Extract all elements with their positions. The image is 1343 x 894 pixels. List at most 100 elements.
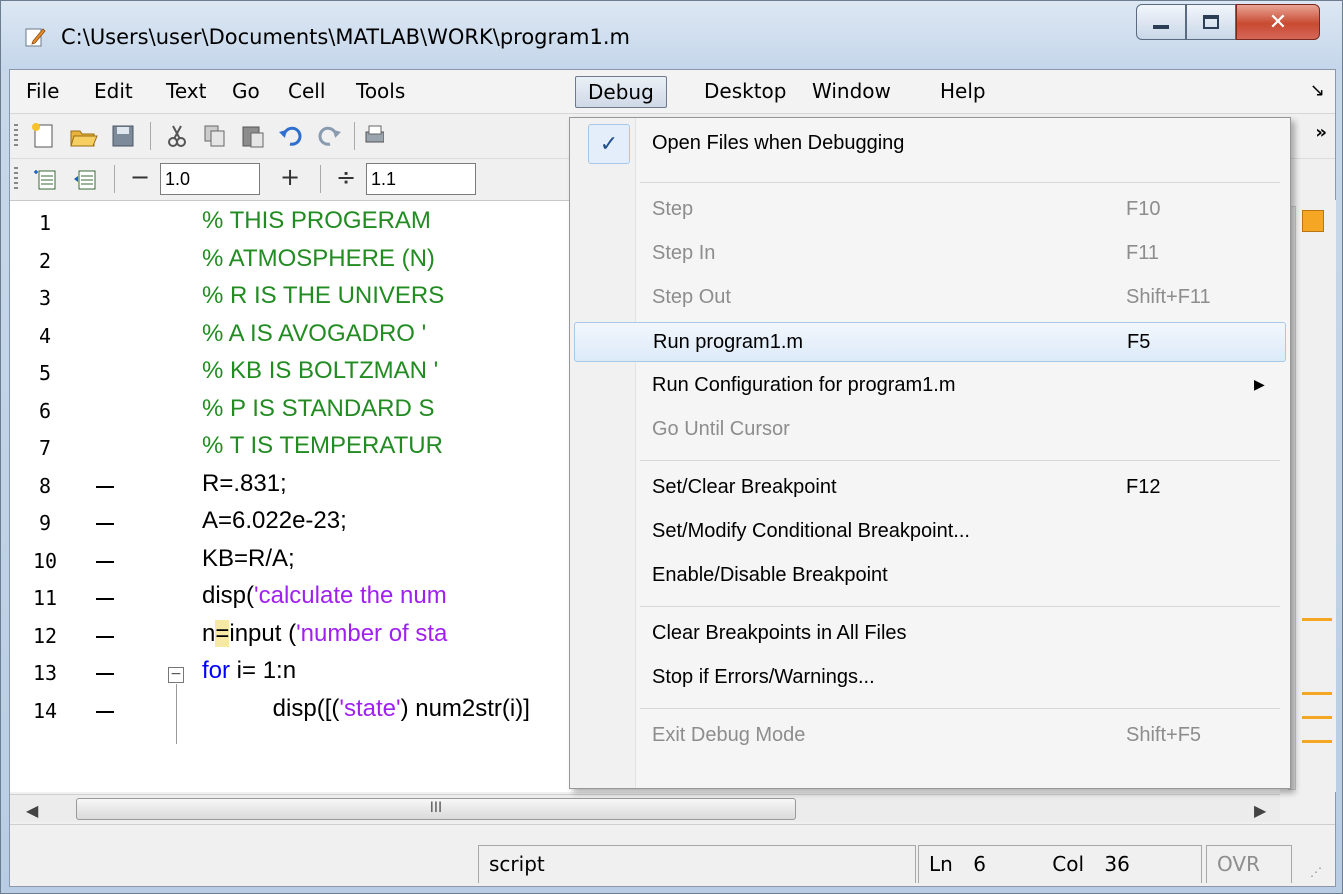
menu-debug[interactable]: Debug [575, 76, 667, 108]
increment-icon[interactable]: + [280, 163, 300, 191]
open-folder-icon[interactable] [68, 122, 98, 150]
copy-icon[interactable] [200, 122, 230, 150]
warning-marker[interactable] [1302, 618, 1332, 621]
code-line[interactable]: % THIS PROGERAM [202, 207, 438, 235]
scroll-right-icon[interactable]: ▶ [1254, 801, 1266, 820]
menu-item-step[interactable]: Step F10 [574, 190, 1286, 230]
menu-item-stop-if-errors-warnings[interactable]: Stop if Errors/Warnings... [574, 658, 1286, 698]
minimize-button[interactable] [1136, 4, 1186, 40]
menu-item-open-files-when-debugging[interactable]: ✓ Open Files when Debugging [574, 124, 1286, 164]
breakpoint-marker[interactable] [96, 673, 114, 675]
code-line[interactable]: disp([('state') num2str(i)] [246, 695, 530, 723]
menu-text[interactable]: Text [154, 76, 218, 108]
divide-icon[interactable]: ÷ [336, 163, 356, 191]
menu-item-step-in[interactable]: Step In F11 [574, 234, 1286, 274]
code-line[interactable]: % R IS THE UNIVERS [202, 282, 444, 310]
dock-arrow-icon[interactable]: ↘ [1310, 80, 1325, 101]
menu-edit[interactable]: Edit [82, 76, 145, 108]
scroll-thumb[interactable]: III [76, 798, 796, 820]
code-line[interactable]: % KB IS BOLTZMAN ' [202, 357, 438, 385]
paste-icon[interactable] [238, 122, 268, 150]
breakpoint-marker[interactable] [96, 710, 114, 713]
status-ln-label: Ln [929, 852, 953, 876]
toolbar-grip[interactable] [14, 167, 18, 191]
menu-item-set-modify-conditional-breakpoint[interactable]: Set/Modify Conditional Breakpoint... [574, 512, 1286, 552]
line-number: 12 [32, 623, 58, 648]
undo-icon[interactable] [276, 122, 306, 150]
cell-outline-icon[interactable] [70, 165, 100, 193]
menu-tools[interactable]: Tools [344, 76, 417, 108]
toolbar-overflow-icon[interactable]: » [1315, 122, 1327, 143]
code-line[interactable]: n=input ('number of sta [202, 619, 448, 648]
status-bar: script Ln 6 Col 36 OVR ⋰ [10, 824, 1335, 886]
insert-cell-icon[interactable] [30, 165, 60, 193]
breakpoint-marker[interactable] [96, 598, 114, 600]
redo-icon[interactable] [314, 122, 344, 150]
code-line[interactable]: % T IS TEMPERATUR [202, 432, 443, 460]
warning-indicator-icon[interactable] [1302, 210, 1324, 232]
menu-item-run-configuration-for-program1-m[interactable]: Run Configuration for program1.m ▶ [574, 366, 1286, 406]
code-line[interactable]: A=6.022e-23; [202, 507, 347, 535]
code-line[interactable]: KB=R/A; [202, 545, 295, 573]
status-position: Ln 6 Col 36 [918, 845, 1202, 883]
code-line[interactable]: % P IS STANDARD S [202, 395, 435, 423]
decrement-value-field[interactable]: 1.0 [160, 163, 260, 195]
menu-item-label: Clear Breakpoints in All Files [652, 622, 907, 644]
menu-go[interactable]: Go [220, 76, 272, 108]
resize-grip-icon[interactable]: ⋰ [1310, 865, 1322, 879]
menu-cell[interactable]: Cell [276, 76, 337, 108]
menu-desktop[interactable]: Desktop [692, 76, 798, 108]
line-number: 7 [38, 436, 52, 460]
warning-marker[interactable] [1302, 716, 1332, 719]
menu-item-shortcut: F12 [1126, 476, 1161, 498]
toolbar-grip[interactable] [14, 124, 18, 148]
new-file-icon[interactable] [28, 122, 58, 150]
checkmark-icon: ✓ [588, 124, 630, 164]
menu-item-run-program1-m[interactable]: Run program1.m F5 [574, 322, 1286, 362]
save-icon[interactable] [108, 122, 138, 150]
menu-item-go-until-cursor[interactable]: Go Until Cursor [574, 410, 1286, 450]
menu-separator [640, 606, 1280, 607]
line-number: 14 [32, 698, 58, 723]
line-number: 1 [38, 211, 52, 235]
line-number: 10 [32, 548, 58, 573]
title-bar[interactable]: C:\Users\user\Documents\MATLAB\WORK\prog… [1, 1, 1342, 71]
code-line[interactable]: R=.831; [202, 470, 287, 498]
menu-item-label: Open Files when Debugging [652, 132, 905, 154]
menu-separator [640, 460, 1280, 461]
menu-item-label: Go Until Cursor [652, 418, 790, 440]
menu-item-shortcut: F10 [1126, 198, 1161, 220]
code-token: 'number of sta [296, 619, 448, 647]
code-token: 'calculate the num [254, 582, 447, 609]
menu-window[interactable]: Window [800, 76, 903, 108]
status-mode: script [478, 845, 916, 883]
breakpoint-marker[interactable] [96, 523, 114, 525]
warning-marker[interactable] [1302, 692, 1332, 695]
maximize-button[interactable] [1186, 4, 1236, 40]
menu-item-enable-disable-breakpoint[interactable]: Enable/Disable Breakpoint [574, 556, 1286, 596]
horizontal-scrollbar[interactable]: ◀ III ▶ [10, 794, 1280, 822]
close-button[interactable]: ✕ [1236, 4, 1320, 40]
menu-item-step-out[interactable]: Step Out Shift+F11 [574, 278, 1286, 318]
menu-item-set-clear-breakpoint[interactable]: Set/Clear Breakpoint F12 [574, 468, 1286, 508]
print-icon[interactable] [364, 122, 384, 150]
warning-marker[interactable] [1302, 740, 1332, 743]
cut-icon[interactable] [162, 122, 192, 150]
status-ln-value: 6 [973, 852, 986, 876]
breakpoint-marker[interactable] [96, 635, 114, 638]
fold-toggle-icon[interactable]: − [168, 667, 184, 683]
menu-item-exit-debug-mode[interactable]: Exit Debug Mode Shift+F5 [574, 716, 1286, 756]
code-line[interactable]: % A IS AVOGADRO ' [202, 320, 426, 348]
decrement-icon[interactable]: − [130, 163, 150, 191]
breakpoint-marker[interactable] [96, 485, 114, 488]
divide-value-field[interactable]: 1.1 [366, 163, 476, 195]
scroll-left-icon[interactable]: ◀ [26, 801, 38, 820]
code-line[interactable]: % ATMOSPHERE (N) [202, 245, 435, 273]
breakpoint-marker[interactable] [96, 560, 114, 563]
code-line[interactable]: disp('calculate the num [202, 582, 447, 610]
menu-item-clear-breakpoints-in-all-files[interactable]: Clear Breakpoints in All Files [574, 614, 1286, 654]
menu-file[interactable]: File [14, 76, 71, 108]
code-line[interactable]: for i= 1:n [202, 657, 296, 685]
menu-help[interactable]: Help [928, 76, 998, 108]
menu-item-label: Set/Modify Conditional Breakpoint... [652, 520, 970, 542]
